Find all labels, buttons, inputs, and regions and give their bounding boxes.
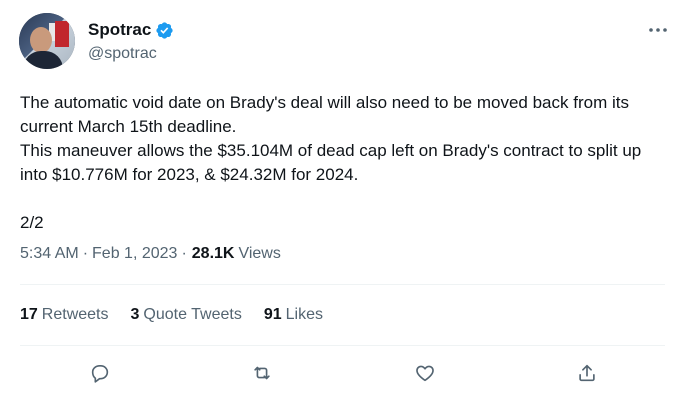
views-count: 28.1K xyxy=(191,245,235,262)
retweets-label: Retweets xyxy=(41,306,109,323)
avatar-head xyxy=(30,27,52,53)
meta-separator: · xyxy=(82,245,89,262)
verified-badge-icon xyxy=(156,21,173,39)
author-name-row: Spotrac xyxy=(88,20,174,40)
avatar-poster xyxy=(55,21,69,47)
author-avatar[interactable] xyxy=(19,13,75,69)
retweet-button[interactable] xyxy=(245,356,279,390)
tweet-actions xyxy=(0,356,685,390)
meta-separator-2: · xyxy=(181,245,187,262)
likes-label: Likes xyxy=(285,306,323,323)
reply-icon xyxy=(91,365,109,383)
tweet-text: The automatic void date on Brady's deal … xyxy=(20,93,642,232)
retweets-count: 17 xyxy=(20,306,38,323)
retweet-icon xyxy=(254,366,270,380)
retweets-stat[interactable]: 17 Retweets xyxy=(20,306,109,324)
reply-button[interactable] xyxy=(83,356,117,390)
share-icon xyxy=(579,364,595,382)
author-name[interactable]: Spotrac xyxy=(88,20,151,40)
likes-count: 91 xyxy=(263,306,282,323)
author-handle[interactable]: @spotrac xyxy=(88,45,157,63)
like-button[interactable] xyxy=(408,356,442,390)
tweet-date[interactable]: Feb 1, 2023 xyxy=(92,245,177,263)
heart-icon xyxy=(416,365,434,382)
more-horizontal-icon[interactable] xyxy=(646,20,670,40)
engagement-stats: 17 Retweets 3 Quote Tweets 91 Likes xyxy=(20,306,345,324)
views-label: Views xyxy=(238,245,281,262)
likes-stat[interactable]: 91 Likes xyxy=(264,306,323,324)
quotes-label: Quote Tweets xyxy=(143,306,242,323)
divider-bottom xyxy=(20,345,665,346)
divider-top xyxy=(20,284,665,285)
tweet-time[interactable]: 5:34 AM xyxy=(20,245,79,263)
quotes-stat[interactable]: 3 Quote Tweets xyxy=(131,306,242,324)
quotes-count: 3 xyxy=(130,306,140,323)
tweet-meta: 5:34 AM · Feb 1, 2023 · 28.1K Views xyxy=(20,245,281,263)
share-button[interactable] xyxy=(570,356,604,390)
